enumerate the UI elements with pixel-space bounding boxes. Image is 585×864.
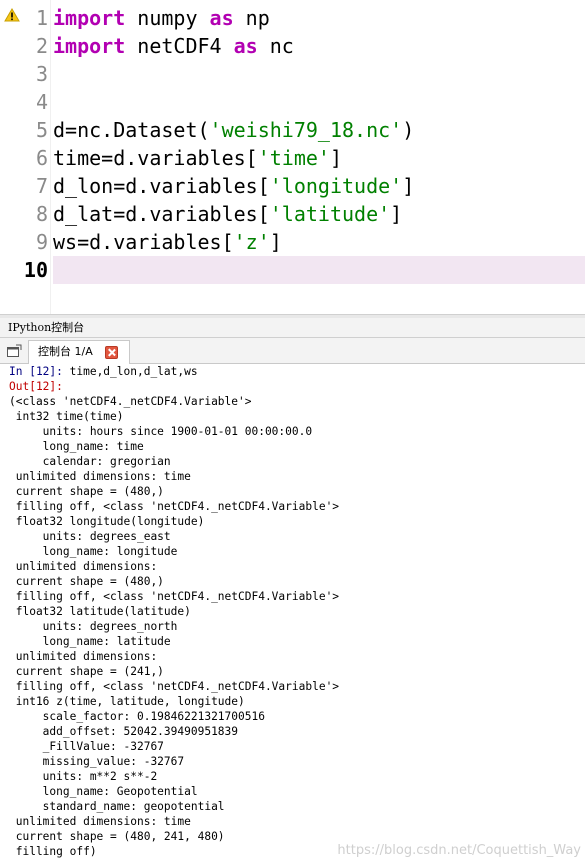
code-line[interactable] xyxy=(53,60,585,88)
line-number: 7 xyxy=(35,174,48,198)
output-line: unlimited dimensions: xyxy=(9,560,158,573)
new-console-icon[interactable] xyxy=(6,343,22,359)
code-line[interactable]: d_lon=d.variables['longitude'] xyxy=(53,172,585,200)
line-number: 10 xyxy=(23,258,48,282)
output-line: unlimited dimensions: xyxy=(9,650,158,663)
code-area[interactable]: import numpy as np import netCDF4 as nc d=… xyxy=(53,0,585,314)
code-token: netCDF4 xyxy=(125,34,234,58)
code-token: ] xyxy=(402,174,415,198)
output-line: current shape = (241,) xyxy=(9,665,164,678)
output-line: missing_value: -32767 xyxy=(9,755,185,768)
output-line: filling off, <class 'netCDF4._netCDF4.Va… xyxy=(9,680,340,693)
output-line: units: m**2 s**-2 xyxy=(9,770,158,783)
code-token: ] xyxy=(269,230,282,254)
keyword-token: import xyxy=(53,6,126,30)
console-output[interactable]: In [12]: time,d_lon,d_lat,ws Out[12]: (<… xyxy=(0,364,585,864)
output-line: unlimited dimensions: time xyxy=(9,470,191,483)
keyword-token: import xyxy=(53,34,126,58)
keyword-token: as xyxy=(233,34,258,58)
output-line: long_name: latitude xyxy=(9,635,171,648)
code-token: numpy xyxy=(125,6,210,30)
output-line: standard_name: geopotential xyxy=(9,800,225,813)
code-token: time=d.variables[ xyxy=(53,146,258,170)
console-input-line: In [12]: time,d_lon,d_lat,ws xyxy=(9,364,198,379)
code-token: ) xyxy=(402,118,415,142)
code-token: d_lon=d.variables[ xyxy=(53,174,270,198)
output-line: current shape = (480,) xyxy=(9,485,164,498)
console-panel-titlebar: IPython控制台 xyxy=(0,318,585,338)
code-editor[interactable]: 1 2 3 4 5 6 7 8 9 10 import numpy as np import net… xyxy=(0,0,585,314)
line-number: 2 xyxy=(35,34,48,58)
close-icon[interactable] xyxy=(105,346,118,359)
line-number: 9 xyxy=(35,230,48,254)
output-line: units: degrees_north xyxy=(9,620,178,633)
tab-console-1[interactable]: 控制台 1/A xyxy=(28,340,130,364)
warning-triangle-icon[interactable] xyxy=(4,8,20,22)
code-line[interactable]: d=nc.Dataset('weishi79_18.nc') xyxy=(53,116,585,144)
code-token: d_lat=d.variables[ xyxy=(53,202,270,226)
output-prompt: Out[12]: xyxy=(9,380,63,393)
watermark: https://blog.csdn.net/Coquettish_Way xyxy=(337,843,581,858)
code-token: np xyxy=(233,6,270,30)
code-line[interactable]: d_lat=d.variables['latitude'] xyxy=(53,200,585,228)
keyword-token: as xyxy=(209,6,234,30)
line-number-gutter: 1 2 3 4 5 6 7 8 9 10 xyxy=(24,0,50,314)
console-tab-bar: 控制台 1/A xyxy=(0,338,585,364)
code-line[interactable]: import numpy as np xyxy=(53,4,585,32)
line-number: 6 xyxy=(35,146,48,170)
output-line: units: degrees_east xyxy=(9,530,171,543)
line-number: 8 xyxy=(35,202,48,226)
output-line: int16 z(time, latitude, longitude) xyxy=(9,695,245,708)
line-number: 4 xyxy=(35,90,48,114)
output-line: filling off, <class 'netCDF4._netCDF4.Va… xyxy=(9,590,340,603)
output-line: current shape = (480,) xyxy=(9,575,164,588)
output-line: add_offset: 52042.39490951839 xyxy=(9,725,239,738)
string-token: 'latitude' xyxy=(269,202,391,226)
string-token: 'time' xyxy=(257,146,330,170)
line-number: 1 xyxy=(35,6,48,30)
code-token: ws=d.variables[ xyxy=(53,230,234,254)
output-line: float32 longitude(longitude) xyxy=(9,515,205,528)
code-line[interactable]: import netCDF4 as nc xyxy=(53,32,585,60)
code-line[interactable] xyxy=(53,256,585,284)
output-line: int32 time(time) xyxy=(9,410,124,423)
code-token: d=nc.Dataset( xyxy=(53,118,210,142)
output-line: calendar: gregorian xyxy=(9,455,171,468)
string-token: 'z' xyxy=(233,230,270,254)
code-line[interactable]: time=d.variables['time'] xyxy=(53,144,585,172)
code-token: ] xyxy=(329,146,342,170)
line-number: 3 xyxy=(35,62,48,86)
input-text: time,d_lon,d_lat,ws xyxy=(62,365,198,378)
input-prompt: In [12]: xyxy=(9,365,63,378)
output-line: long_name: longitude xyxy=(9,545,178,558)
line-number: 5 xyxy=(35,118,48,142)
output-line: current shape = (480, 241, 480) xyxy=(9,830,225,843)
gutter-divider xyxy=(50,0,51,314)
output-line: float32 latitude(latitude) xyxy=(9,605,191,618)
output-line: long_name: time xyxy=(9,440,144,453)
output-line: (<class 'netCDF4._netCDF4.Variable'> xyxy=(9,395,252,408)
string-token: 'weishi79_18.nc' xyxy=(209,118,403,142)
output-line: _FillValue: -32767 xyxy=(9,740,164,753)
output-line: scale_factor: 0.19846221321700516 xyxy=(9,710,265,723)
output-line: long_name: Geopotential xyxy=(9,785,198,798)
code-token: ] xyxy=(390,202,403,226)
output-line: filling off) xyxy=(9,845,97,858)
output-line: filling off, <class 'netCDF4._netCDF4.Va… xyxy=(9,500,340,513)
code-line[interactable] xyxy=(53,88,585,116)
code-line[interactable]: ws=d.variables['z'] xyxy=(53,228,585,256)
code-token: nc xyxy=(257,34,294,58)
output-line: units: hours since 1900-01-01 00:00:00.0 xyxy=(9,425,313,438)
panel-title: IPython控制台 xyxy=(8,321,85,334)
output-line: unlimited dimensions: time xyxy=(9,815,191,828)
tab-label: 控制台 1/A xyxy=(38,345,93,358)
string-token: 'longitude' xyxy=(269,174,403,198)
